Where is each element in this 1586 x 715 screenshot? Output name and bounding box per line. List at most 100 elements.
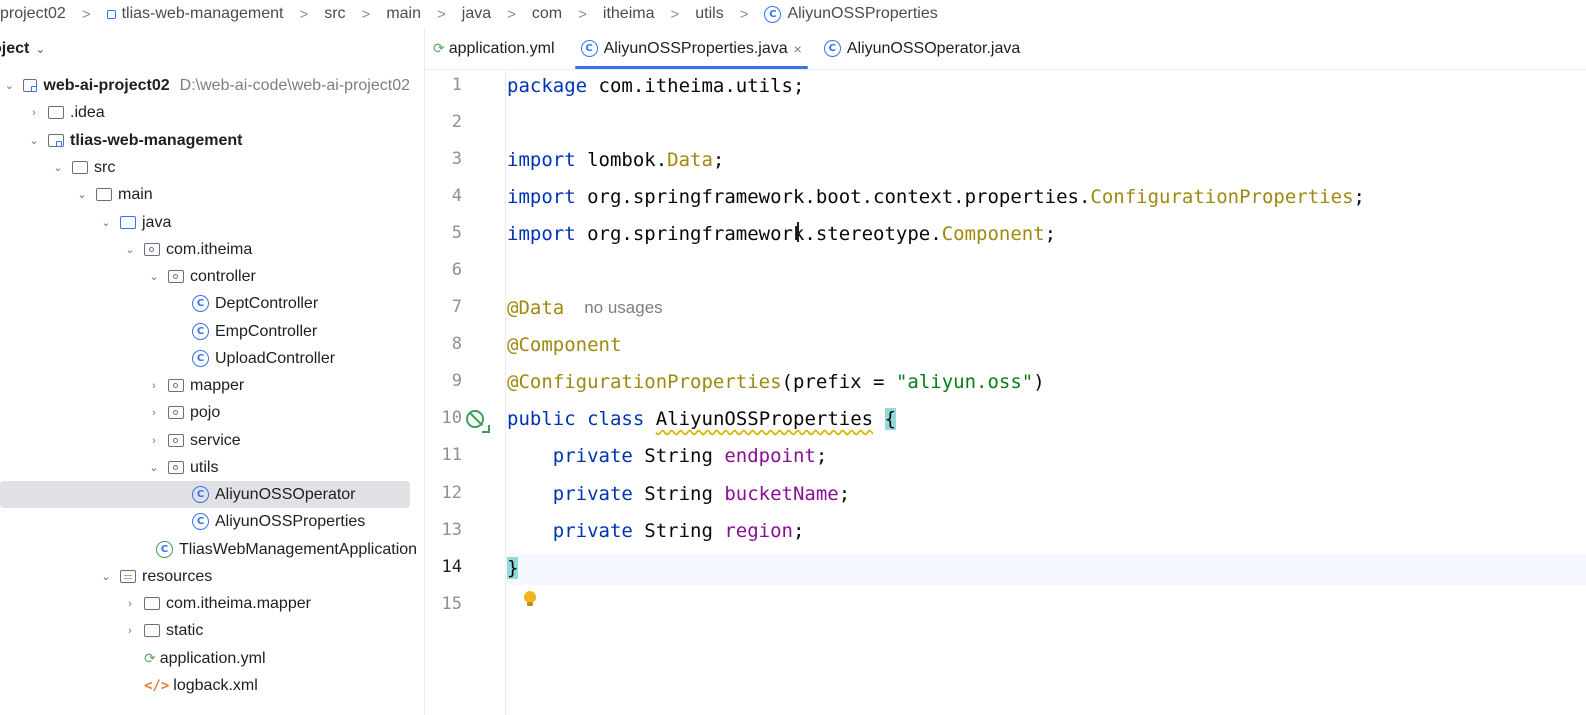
chevron-down-icon[interactable]: ⌄	[100, 570, 112, 583]
tree-item-label: main	[118, 185, 153, 203]
breadcrumb-item[interactable]: src	[322, 5, 347, 23]
code-token: @Data	[507, 297, 565, 319]
breadcrumb-item[interactable]: itheima	[601, 5, 657, 23]
code-line: @Component	[507, 330, 621, 360]
chevron-down-icon[interactable]: ⌄	[148, 270, 160, 283]
editor-tab[interactable]: C AliyunOSSProperties.java ×	[574, 28, 808, 69]
breadcrumb-label: com	[531, 5, 563, 22]
tree-item[interactable]: › .idea	[0, 99, 410, 126]
chevron-down-icon[interactable]: ⌄	[4, 79, 15, 92]
code-token: region	[724, 520, 793, 542]
breadcrumb-item[interactable]: java	[460, 5, 493, 23]
tree-item[interactable]: ⌄ java	[0, 209, 410, 236]
xml-file-icon: </>	[144, 677, 170, 694]
breadcrumb-item[interactable]: utils	[693, 5, 725, 23]
breadcrumb-label: itheima	[602, 5, 655, 22]
code-token: ;	[838, 483, 851, 505]
editor-tab-label: AliyunOSSOperator.java	[846, 39, 1021, 57]
tree-item[interactable]: ⌄ utils	[0, 454, 410, 481]
chevron-right-icon[interactable]: ›	[148, 407, 160, 419]
chevron-right-icon[interactable]: ›	[28, 107, 40, 119]
line-number: 11	[441, 445, 462, 465]
tree-item[interactable]: C EmpController	[0, 318, 410, 345]
breadcrumb-separator: >	[81, 5, 91, 23]
tree-item[interactable]: C TliasWebManagementApplication	[0, 536, 417, 563]
code-editor[interactable]: package com.itheima.utils; import lombok.…	[507, 69, 1586, 715]
code-token: "aliyun.oss"	[895, 371, 1034, 393]
tree-item[interactable]: › static	[0, 617, 410, 644]
tree-item[interactable]: C AliyunOSSOperator	[0, 481, 410, 508]
tree-item[interactable]: C AliyunOSSProperties	[0, 508, 410, 535]
tree-item[interactable]: › mapper	[0, 372, 410, 399]
chevron-down-icon[interactable]: ⌄	[100, 216, 112, 229]
tree-item-label: .idea	[70, 103, 105, 121]
code-token: @Component	[507, 334, 622, 356]
tree-item[interactable]: ⌄ main	[0, 181, 410, 208]
class-icon: C	[192, 350, 209, 367]
tree-item-label: AliyunOSSOperator	[215, 485, 356, 503]
tree-item[interactable]: C DeptController	[0, 290, 410, 317]
breadcrumb-item[interactable]: com	[530, 5, 564, 23]
breadcrumb-item[interactable]: C AliyunOSSProperties	[762, 5, 939, 23]
spring-bean-gutter-icon[interactable]	[466, 410, 490, 433]
code-token: private	[552, 520, 633, 542]
tree-item[interactable]: </> logback.xml	[0, 672, 410, 699]
chevron-down-icon[interactable]: ⌄	[35, 42, 45, 56]
breadcrumb-label: main	[386, 5, 421, 22]
folder-icon	[96, 188, 112, 201]
tree-item-label: static	[166, 621, 204, 639]
breadcrumb-label: tlias-web-management	[121, 5, 284, 22]
chevron-right-icon[interactable]: ›	[148, 380, 160, 392]
class-icon: C	[192, 295, 209, 312]
chevron-right-icon[interactable]: ›	[124, 625, 136, 637]
tree-item-label: tlias-web-management	[70, 131, 243, 149]
project-panel-header[interactable]: oject ⌄	[0, 28, 424, 70]
tree-item[interactable]: › service	[0, 427, 410, 454]
package-icon	[168, 379, 184, 392]
tree-item[interactable]: C UploadController	[0, 345, 410, 372]
line-number: 3	[451, 149, 462, 169]
package-icon	[168, 461, 184, 474]
editor-tab[interactable]: ⟳ application.yml	[427, 28, 561, 69]
tree-item[interactable]: ⌄ com.itheima	[0, 236, 410, 263]
lightbulb-icon[interactable]	[524, 591, 536, 606]
code-token: AliyunOSSProperties	[655, 408, 874, 430]
code-token: )	[1033, 371, 1045, 393]
line-number: 9	[451, 371, 462, 391]
chevron-down-icon[interactable]: ⌄	[52, 161, 64, 174]
close-icon[interactable]: ×	[794, 41, 802, 57]
code-line: private String bucketName;	[507, 479, 850, 509]
breadcrumb-item[interactable]: tlias-web-management	[105, 5, 286, 23]
tree-item[interactable]: ⌄ tlias-web-management	[0, 127, 410, 154]
code-token: private	[552, 483, 633, 505]
tree-item[interactable]: ⌄ src	[0, 154, 410, 181]
chevron-right-icon[interactable]: ›	[148, 435, 160, 447]
editor-tab[interactable]: C AliyunOSSOperator.java	[818, 28, 1026, 69]
breadcrumb-label: AliyunOSSProperties	[787, 5, 938, 22]
breadcrumb-item[interactable]: main	[384, 5, 423, 23]
code-line: private String endpoint;	[507, 441, 828, 471]
code-line: import org.springframework.stereotype. Co…	[507, 219, 1056, 249]
code-token: lombok.	[575, 149, 668, 171]
chevron-down-icon[interactable]: ⌄	[76, 188, 88, 201]
code-token: String	[632, 520, 725, 542]
chevron-right-icon[interactable]: ›	[124, 598, 136, 610]
code-token: import	[507, 149, 576, 171]
code-token: org.springframework.boot.context.propert…	[575, 186, 1091, 208]
code-line: @ConfigurationProperties (prefix = "aliyu…	[507, 367, 1045, 397]
editor-tab-label: AliyunOSSProperties.java	[603, 39, 788, 57]
chevron-down-icon[interactable]: ⌄	[28, 134, 40, 147]
chevron-down-icon[interactable]: ⌄	[148, 461, 160, 474]
tree-item-label: UploadController	[215, 349, 336, 367]
tree-item[interactable]: › pojo	[0, 399, 410, 426]
tree-item[interactable]: ⟳ application.yml	[0, 645, 410, 672]
tree-item[interactable]: ⌄ controller	[0, 263, 410, 290]
tree-item[interactable]: › com.itheima.mapper	[0, 590, 410, 617]
chevron-down-icon[interactable]: ⌄	[124, 243, 136, 256]
line-number: 14	[441, 557, 462, 577]
breadcrumb-item[interactable]: project02	[0, 5, 68, 23]
tree-item[interactable]: ⌄ resources	[0, 563, 410, 590]
tree-item[interactable]: ⌄ web-ai-project02 D:\web-ai-code\web-ai-p…	[0, 72, 410, 99]
